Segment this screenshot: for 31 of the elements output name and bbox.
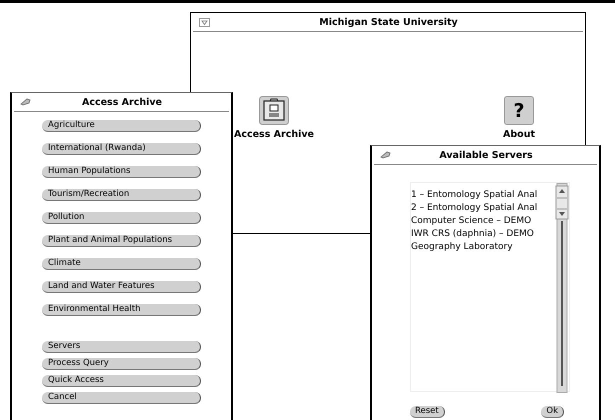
topic-button[interactable]: Pollution — [42, 212, 201, 224]
dialog-button[interactable]: Ok — [541, 406, 564, 418]
topic-button[interactable]: Land and Water Features — [42, 281, 201, 293]
window-title: Michigan State University — [318, 16, 459, 28]
topic-button[interactable]: Climate — [42, 258, 201, 270]
list-item[interactable]: IWR CRS (daphnia) – DEMO — [411, 228, 555, 241]
action-button[interactable]: Process Query — [42, 358, 201, 370]
action-button[interactable]: Quick Access — [42, 375, 201, 387]
scrollbar[interactable] — [555, 183, 569, 393]
action-button[interactable]: Cancel — [42, 392, 201, 404]
pin-icon[interactable] — [20, 98, 31, 106]
help-icon[interactable]: ? — [504, 96, 534, 125]
dialog-button[interactable]: Reset — [410, 406, 445, 418]
topic-button[interactable]: Tourism/Recreation — [42, 189, 201, 201]
topic-button[interactable]: International (Rwanda) — [42, 143, 201, 155]
window-title: Access Archive — [81, 96, 163, 108]
topic-button[interactable]: Environmental Health — [42, 304, 201, 316]
list-item[interactable]: Computer Science – DEMO — [411, 215, 555, 228]
pin-icon[interactable] — [380, 151, 391, 159]
window-title: Available Servers — [438, 150, 534, 160]
action-button[interactable]: Servers — [42, 341, 201, 353]
topic-button[interactable]: Agriculture — [42, 120, 201, 132]
icon-label[interactable]: About — [503, 129, 535, 140]
archive-icon[interactable] — [259, 96, 289, 125]
list-item[interactable]: Geography Laboratory — [411, 241, 555, 254]
topic-button[interactable]: Human Populations — [42, 166, 201, 178]
list-item[interactable]: 2 – Entomology Spatial Anal — [411, 202, 555, 215]
menu-icon[interactable] — [199, 18, 210, 26]
list-item[interactable]: 1 – Entomology Spatial Anal — [411, 189, 555, 202]
topic-button[interactable]: Plant and Animal Populations — [42, 235, 201, 247]
icon-label[interactable]: Access Archive — [234, 129, 314, 140]
